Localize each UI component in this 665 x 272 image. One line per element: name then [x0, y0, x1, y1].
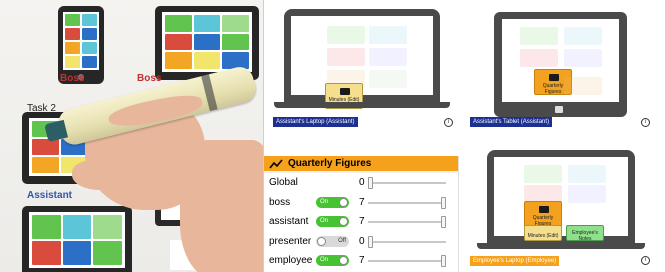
- toggle-label: Off: [338, 237, 346, 244]
- thumb: [72, 160, 127, 190]
- permission-row: boss On 7: [264, 193, 458, 213]
- level-slider[interactable]: [368, 216, 446, 228]
- permission-toggle[interactable]: Off: [316, 235, 349, 247]
- row-value: 7: [359, 216, 365, 227]
- slider-thumb[interactable]: [368, 235, 373, 248]
- permission-row: employee On 7: [264, 251, 458, 271]
- permission-toggle[interactable]: On: [316, 216, 349, 227]
- boss-phone-label: Boss: [60, 73, 85, 84]
- toggle-knob: [339, 256, 348, 265]
- chart-line-icon: [549, 74, 559, 81]
- chart-line-icon: [269, 158, 283, 168]
- minutes-icon: [340, 88, 350, 95]
- info-icon[interactable]: i: [444, 118, 453, 127]
- row-value: 7: [359, 196, 365, 208]
- windows-icon: [555, 106, 563, 113]
- assistant-label: Assistant: [27, 190, 73, 201]
- level-slider[interactable]: [368, 255, 446, 267]
- level-slider[interactable]: [368, 235, 446, 248]
- permission-row: assistant On 7: [264, 212, 458, 232]
- permission-row: presenter Off 0: [264, 232, 458, 252]
- permission-toggle[interactable]: On: [316, 255, 349, 266]
- slider-thumb[interactable]: [441, 216, 446, 228]
- row-label: assistant: [269, 216, 309, 227]
- level-slider[interactable]: [368, 177, 446, 189]
- toggle-label: On: [320, 198, 329, 205]
- quarterly-figures-panel: Quarterly Figures Global 0 boss On 7 assistan…: [264, 156, 459, 272]
- level-slider[interactable]: [368, 196, 446, 209]
- row-label: presenter: [269, 235, 312, 247]
- employee-laptop-device[interactable]: Quarterly Figures Minutes (Edit) Employe…: [477, 150, 645, 257]
- toggle-knob: [339, 217, 348, 226]
- quarterly-figures-card[interactable]: Quarterly Figures: [524, 201, 562, 227]
- wrist: [180, 140, 263, 272]
- assistant-tablet-device[interactable]: Quarterly Figures: [494, 12, 627, 117]
- slider-thumb[interactable]: [368, 177, 373, 189]
- permission-toggle[interactable]: On: [316, 196, 349, 208]
- assistant-laptop-device[interactable]: Minutes (Edit): [274, 9, 450, 116]
- row-label: employee: [269, 255, 313, 266]
- row-value: 7: [359, 255, 365, 266]
- toggle-label: On: [320, 218, 329, 224]
- toggle-label: On: [320, 257, 329, 263]
- permission-row: Global 0: [264, 173, 458, 193]
- assistant-tablet-label: Assistant's Tablet (Assistant): [470, 117, 553, 127]
- toggle-knob: [339, 197, 348, 207]
- row-label: boss: [269, 196, 291, 208]
- info-icon[interactable]: i: [641, 118, 650, 127]
- row-value: 0: [359, 235, 365, 247]
- user-study-photo: Boss Boss Task 2 Assistant ente: [0, 0, 264, 272]
- employee-laptop-label: Employee's Laptop (Employee): [470, 256, 560, 266]
- row-label: Global: [269, 177, 298, 188]
- paper-tablet-prototype-bottom: [22, 206, 132, 272]
- info-icon[interactable]: i: [641, 256, 650, 265]
- toggle-knob: [317, 236, 326, 246]
- assistant-laptop-label: Assistant's Laptop (Assistant): [273, 117, 358, 127]
- minutes-card[interactable]: Minutes (Edit): [524, 225, 562, 241]
- employee-notes-card[interactable]: Employee's Notes: [566, 225, 604, 242]
- panel-title: Quarterly Figures: [288, 158, 372, 169]
- boss-tablet-label: Boss: [137, 73, 162, 84]
- chart-line-icon: [539, 206, 549, 213]
- slider-thumb[interactable]: [441, 255, 446, 267]
- panel-header: Quarterly Figures: [264, 156, 458, 173]
- row-value: 0: [359, 177, 365, 188]
- slider-thumb[interactable]: [441, 196, 446, 209]
